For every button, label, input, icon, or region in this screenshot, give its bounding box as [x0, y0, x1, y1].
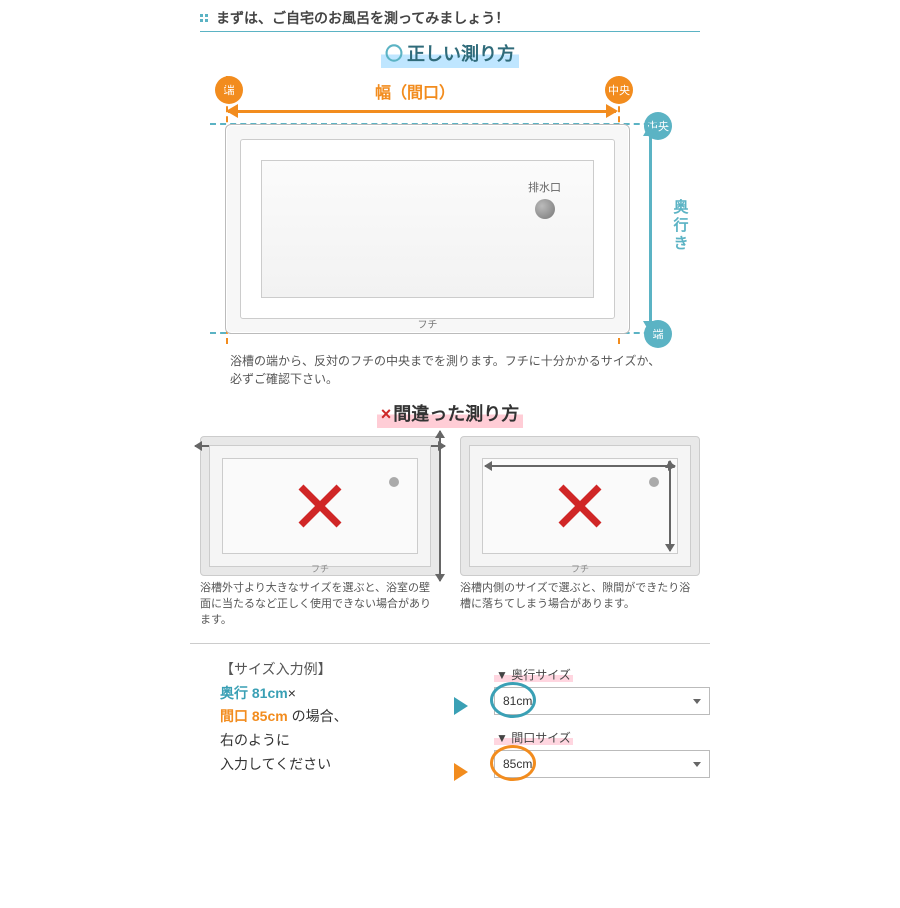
header-bar: まずは、ご自宅のお風呂を測ってみましょう！: [200, 8, 700, 32]
x-mark-icon: ×: [381, 404, 392, 424]
triangle-right-orange-icon: [454, 763, 468, 781]
triangle-right-teal-icon: [454, 697, 468, 715]
drain-icon: [535, 199, 555, 219]
pointer-arrows: [454, 658, 480, 792]
depth-label: 奥行き: [668, 151, 694, 301]
circle-mark-icon: 〇: [385, 44, 403, 64]
wrong-diagram-1: フチ: [200, 436, 440, 576]
wrong-note-1: 浴槽外寸より大きなサイズを選ぶと、浴室の壁面に当たるなど正しく使用できない場合が…: [200, 581, 440, 629]
x-icon: [461, 437, 699, 575]
width-select-label: ▼ 間口サイズ: [494, 729, 710, 746]
size-example-text: 【サイズ入力例】 奥行 81cm× 間口 85cm の場合、 右のように 入力し…: [220, 658, 440, 792]
depth-select-label: ▼ 奥行サイズ: [494, 666, 710, 683]
header-text: まずは、ご自宅のお風呂を測ってみましょう！: [216, 8, 509, 28]
depth-arrow: [643, 126, 657, 331]
wrong-note-2: 浴槽内側のサイズで選ぶと、隙間ができたり浴槽に落ちてしまう場合があります。: [460, 581, 700, 613]
depth-select[interactable]: 81cm: [494, 687, 710, 715]
size-select-area: ▼ 奥行サイズ 81cm ▼ 間口サイズ 85cm: [494, 658, 710, 792]
width-select[interactable]: 85cm: [494, 750, 710, 778]
wrong-title-text: 間違った測り方: [393, 404, 519, 424]
rim-label: フチ: [226, 316, 629, 331]
correct-note: 浴槽の端から、反対のフチの中央までを測ります。フチに十分かかるサイズか、必ずご確…: [230, 352, 670, 388]
correct-diagram: 端 中央 中央 端 幅（間口） 奥行き 排水口 フチ: [210, 76, 690, 346]
wrong-unit-1: フチ 浴槽外寸より大きなサイズを選ぶと、浴室の壁面に当たるなど正しく使用できない…: [200, 436, 440, 629]
wrong-unit-2: フチ 浴槽内側のサイズで選ぶと、隙間ができたり浴槽に落ちてしまう場合があります。: [460, 436, 700, 629]
size-example: 【サイズ入力例】 奥行 81cm× 間口 85cm の場合、 右のように 入力し…: [0, 658, 900, 792]
width-label: 幅（間口）: [210, 79, 620, 103]
wrong-row: フチ 浴槽外寸より大きなサイズを選ぶと、浴室の壁面に当たるなど正しく使用できない…: [0, 436, 900, 629]
drain-label: 排水口: [528, 179, 561, 195]
tub-outer: 排水口 フチ: [225, 124, 630, 334]
divider: [190, 643, 710, 644]
wrong-diagram-2: フチ: [460, 436, 700, 576]
correct-title-text: 正しい測り方: [407, 44, 515, 64]
size-example-heading: 【サイズ入力例】: [220, 658, 440, 682]
tub-inner: 排水口: [261, 160, 594, 298]
tub-rim: 排水口: [240, 139, 615, 319]
width-arrow: [228, 104, 616, 118]
x-icon: [201, 437, 439, 575]
dots-icon: [200, 14, 208, 22]
correct-title: 〇正しい測り方: [0, 38, 900, 68]
wrong-title: ×間違った測り方: [0, 398, 900, 428]
